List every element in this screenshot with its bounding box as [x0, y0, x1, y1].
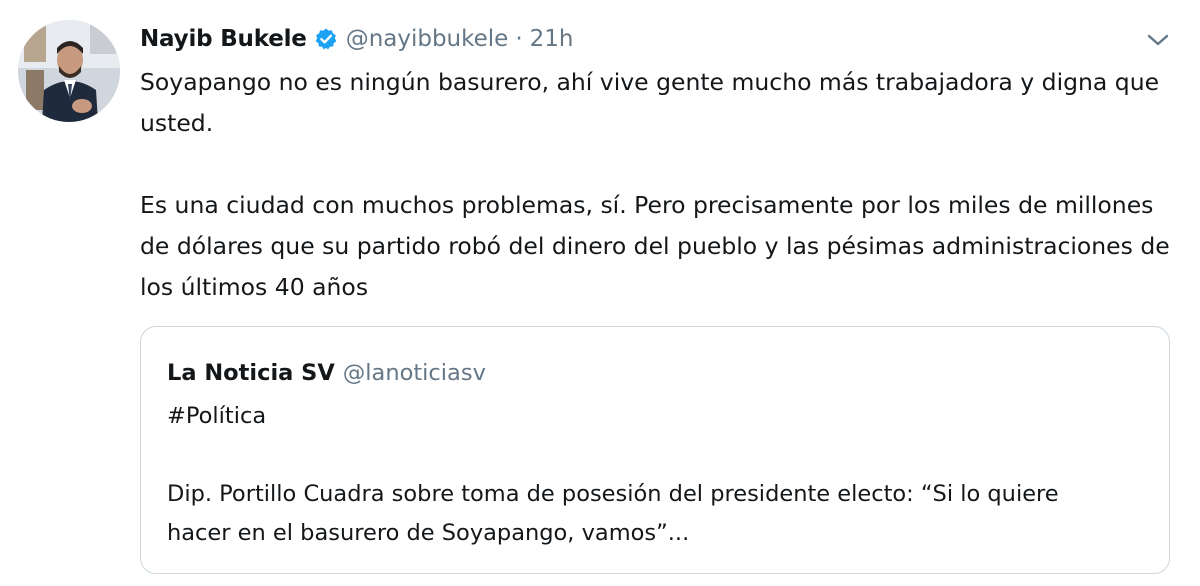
tweet-header: Nayib Bukele @nayibbukele · 21h: [140, 22, 573, 56]
separator-dot: ·: [515, 26, 523, 52]
quoted-tweet-card[interactable]: La Noticia SV @lanoticiasv #Política Dip…: [140, 326, 1170, 574]
avatar[interactable]: [18, 20, 120, 122]
tweet-paragraph: Es una ciudad con muchos problemas, sí. …: [140, 191, 1170, 301]
tweet-paragraph: Soyapango no es ningún basurero, ahí viv…: [140, 68, 1160, 137]
tweet-timestamp[interactable]: 21h: [530, 26, 574, 52]
quoted-tweet-header: La Noticia SV @lanoticiasv: [167, 357, 486, 389]
tweet-more-button[interactable]: [1144, 30, 1172, 50]
profile-photo-icon: [18, 20, 120, 122]
author-handle[interactable]: @nayibbukele: [346, 26, 509, 52]
verified-badge-icon: [314, 27, 338, 51]
quoted-tweet-body: #Política Dip. Portillo Cuadra sobre tom…: [167, 397, 1127, 553]
tweet[interactable]: Nayib Bukele @nayibbukele · 21h Soyapang…: [0, 0, 1200, 586]
tweet-body: Soyapango no es ningún basurero, ahí viv…: [140, 62, 1185, 308]
quoted-hashtag: #Política: [167, 403, 267, 429]
quoted-tweet-text: Dip. Portillo Cuadra sobre toma de poses…: [167, 481, 1059, 546]
author-name[interactable]: Nayib Bukele: [140, 26, 307, 52]
chevron-down-icon: [1147, 34, 1169, 46]
quoted-author-name: La Noticia SV: [167, 360, 335, 386]
quoted-author-handle: @lanoticiasv: [342, 360, 486, 386]
